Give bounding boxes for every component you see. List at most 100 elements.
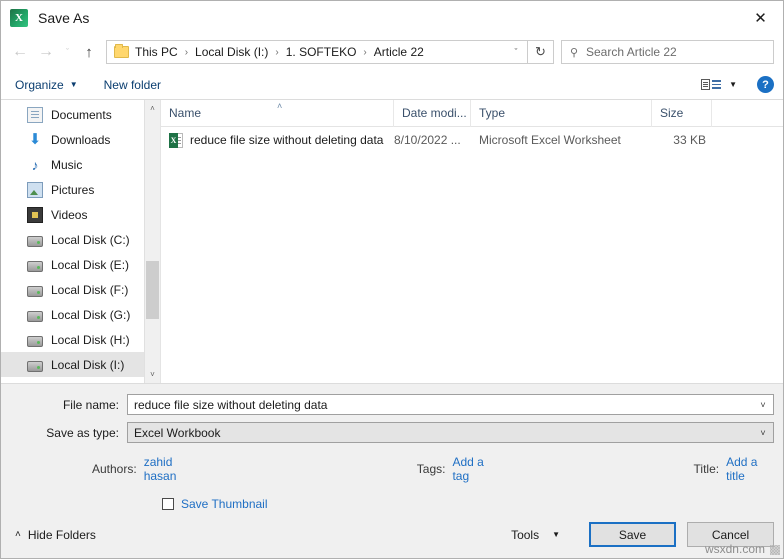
sidebar-item-label: Videos (51, 207, 88, 222)
save-type-label: Save as type: (46, 425, 119, 440)
add-a-tag-link[interactable]: Add a tag (452, 455, 498, 483)
sidebar-item-music[interactable]: ♪ Music (1, 152, 160, 177)
sidebar-item-local-disk-e[interactable]: Local Disk (E:) (1, 252, 160, 277)
breadcrumb-item-2[interactable]: 1. SOFTEKO (285, 45, 358, 59)
drive-icon (27, 360, 43, 372)
tools-label: Tools (511, 527, 540, 542)
sidebar-item-label: Local Disk (F:) (51, 282, 129, 297)
file-rows: reduce file size without deleting data 8/… (161, 127, 783, 153)
save-thumbnail-checkbox[interactable] (162, 498, 174, 510)
sidebar-item-local-disk-f[interactable]: Local Disk (F:) (1, 277, 160, 302)
column-header-date[interactable]: Date modi... (394, 99, 471, 127)
sidebar-item-label: Local Disk (H:) (51, 332, 130, 347)
resize-grip[interactable] (770, 545, 780, 555)
sidebar-item-label: Local Disk (G:) (51, 307, 131, 322)
chevron-right-icon: › (275, 46, 279, 58)
sidebar-item-videos[interactable]: Videos (1, 202, 160, 227)
column-header-size[interactable]: Size (652, 99, 712, 127)
browser-area: Documents ⬇ Downloads ♪ Music Pictures Videos L… (1, 99, 783, 383)
view-layout-button[interactable] (701, 79, 722, 90)
hide-folders-button[interactable]: ˄ Hide Folders (15, 528, 96, 542)
sidebar-item-local-disk-c[interactable]: Local Disk (C:) (1, 227, 160, 252)
chevron-right-icon: › (184, 46, 189, 58)
file-name-input[interactable]: reduce file size without deleting data ˅ (127, 394, 774, 415)
close-icon[interactable]: ✕ (738, 1, 783, 34)
sidebar-item-local-disk-h[interactable]: Local Disk (H:) (1, 327, 160, 352)
save-type-select[interactable]: Excel Workbook ˅ (127, 422, 774, 443)
recent-locations-button[interactable]: ˇ (59, 39, 76, 65)
file-name-label: File name: (62, 397, 119, 412)
up-button[interactable]: ↑ (76, 39, 102, 65)
save-thumbnail-label[interactable]: Save Thumbnail (181, 497, 268, 511)
watermark: wsxdn.com (704, 542, 765, 556)
column-label: Name (169, 106, 202, 120)
scroll-thumb[interactable] (145, 261, 159, 319)
navigation-pane: Documents ⬇ Downloads ♪ Music Pictures Videos L… (1, 100, 161, 383)
scroll-down-icon[interactable]: ˅ (145, 366, 161, 383)
save-thumbnail-row[interactable]: Save Thumbnail (162, 497, 774, 511)
dialog-footer: ˄ Hide Folders Tools ▼ Save Cancel wsxdn… (1, 511, 783, 558)
drive-icon (27, 260, 43, 272)
new-folder-button[interactable]: New folder (104, 78, 161, 92)
drive-icon (27, 335, 43, 347)
help-button[interactable]: ? (757, 76, 774, 93)
sidebar-item-local-disk-i[interactable]: Local Disk (I:) (1, 352, 160, 377)
save-type-row: Save as type: Excel Workbook ˅ (10, 422, 774, 443)
forward-button[interactable]: → (33, 39, 59, 65)
chevron-down-icon: ▼ (552, 530, 560, 539)
sidebar-item-local-disk-g[interactable]: Local Disk (G:) (1, 302, 160, 327)
folder-icon (114, 44, 129, 58)
drive-icon (27, 285, 43, 297)
table-row[interactable]: reduce file size without deleting data 8/… (161, 127, 783, 153)
title-bar: X Save As ✕ (1, 1, 783, 34)
scroll-track[interactable] (145, 117, 161, 366)
sidebar-item-label: Documents (51, 107, 112, 122)
chevron-down-icon[interactable]: ˅ (753, 428, 773, 438)
sidebar-item-label: Local Disk (E:) (51, 257, 130, 272)
search-icon: ⚲ (569, 46, 579, 59)
breadcrumb[interactable]: This PC › Local Disk (I:) › 1. SOFTEKO ›… (106, 40, 528, 64)
excel-icon: X (10, 8, 28, 27)
tools-button[interactable]: Tools ▼ (511, 528, 560, 542)
chevron-down-icon[interactable]: ˅ (753, 400, 773, 410)
save-type-value: Excel Workbook (134, 425, 221, 440)
add-a-title-link[interactable]: Add a title (726, 455, 774, 483)
save-button[interactable]: Save (589, 522, 676, 547)
sidebar-item-label: Downloads (51, 132, 111, 147)
drive-icon (27, 310, 43, 322)
chevron-right-icon: › (363, 46, 367, 58)
breadcrumb-item-3[interactable]: Article 22 (373, 45, 425, 59)
chevron-down-icon: ▼ (69, 80, 78, 89)
scroll-up-icon[interactable]: ˄ (145, 100, 161, 117)
breadcrumb-item-1[interactable]: Local Disk (I:) (194, 45, 269, 59)
sidebar-item-label: Music (51, 157, 83, 172)
authors-value[interactable]: zahid hasan (144, 455, 202, 483)
search-placeholder: Search Article 22 (586, 45, 677, 59)
organize-label: Organize (15, 77, 64, 92)
view-icon (701, 79, 711, 90)
file-size-cell: 33 KB (673, 133, 706, 147)
sort-ascending-icon: ˄ (277, 100, 283, 111)
sidebar-item-pictures[interactable]: Pictures (1, 177, 160, 202)
view-dropdown-caret-icon[interactable]: ▼ (729, 80, 737, 89)
file-name-text: reduce file size without deleting data (190, 133, 384, 147)
videos-icon (27, 206, 43, 223)
music-icon: ♪ (31, 156, 39, 173)
column-header-type[interactable]: Type (471, 99, 652, 127)
refresh-icon[interactable]: ↻ (528, 40, 554, 64)
excel-file-icon (169, 132, 183, 148)
sidebar-item-documents[interactable]: Documents (1, 102, 160, 127)
window-title: Save As (38, 9, 90, 26)
search-input[interactable]: ⚲ Search Article 22 (561, 40, 774, 64)
file-name-value: reduce file size without deleting data (134, 397, 328, 412)
sidebar-item-label: Local Disk (I:) (51, 357, 125, 372)
column-header-name[interactable]: Name ˄ (161, 99, 394, 127)
organize-button[interactable]: Organize ▼ (15, 78, 78, 92)
file-date-cell: 8/10/2022 ... (394, 133, 461, 147)
tags-label: Tags: (416, 462, 446, 476)
chevron-down-icon[interactable]: ˇ (505, 47, 527, 57)
back-button[interactable]: ← (7, 39, 33, 65)
breadcrumb-item-0[interactable]: This PC (134, 45, 179, 59)
sidebar-scrollbar[interactable]: ˄ ˅ (144, 100, 160, 383)
sidebar-item-downloads[interactable]: ⬇ Downloads (1, 127, 160, 152)
